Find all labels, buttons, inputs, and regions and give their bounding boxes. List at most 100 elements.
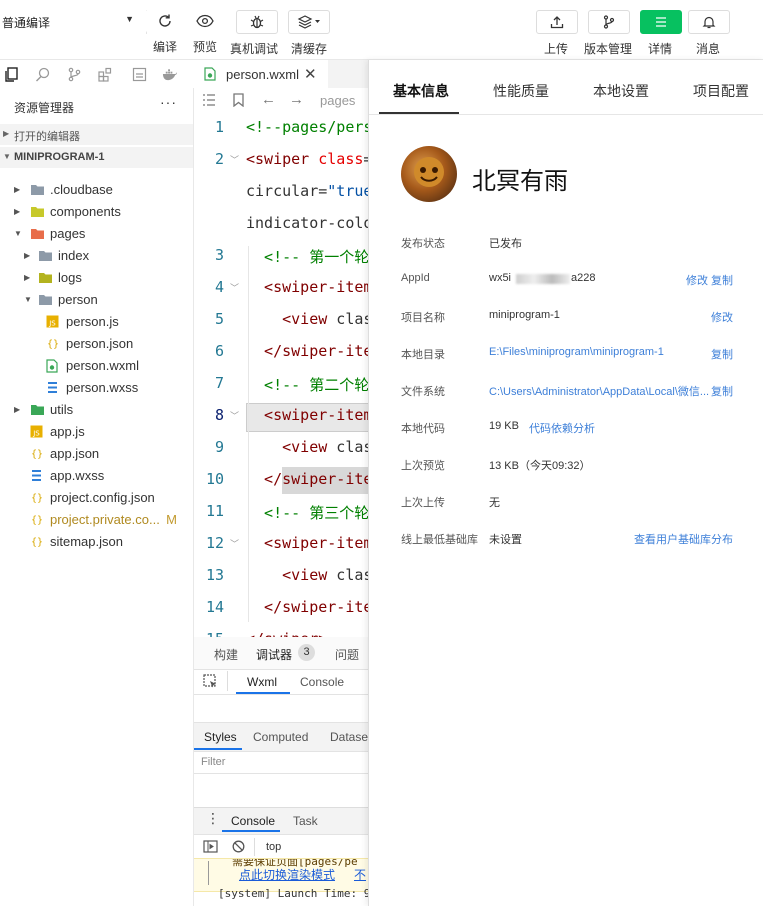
row-action-link[interactable]: 修改 [711, 309, 733, 325]
info-value[interactable]: E:\Files\miniprogram\miniprogram-1 [489, 346, 664, 358]
subtab-wxml[interactable]: Wxml [247, 675, 277, 689]
cloud-dev-activity[interactable] [131, 66, 147, 82]
bookmark-icon[interactable] [233, 93, 244, 107]
clear-cache-button[interactable]: 清缓存 [288, 10, 330, 57]
code-line: <view clas [246, 438, 368, 456]
tree-item-label: person.js [66, 314, 119, 329]
tree-folder[interactable]: ▼ person [0, 289, 193, 311]
code-line: <swiper-item [246, 406, 368, 424]
upload-button[interactable]: 上传 [536, 10, 578, 57]
code-token: "true [327, 182, 368, 200]
explorer-activity[interactable] [3, 66, 19, 82]
tree-folder[interactable]: ▶ .cloudbase [0, 179, 193, 201]
tree-folder[interactable]: ▶ components [0, 201, 193, 223]
tab-basic-info[interactable]: 基本信息 [393, 81, 449, 101]
fold-chevron-icon[interactable]: ﹀ [230, 153, 239, 166]
row-action-link[interactable]: 查看用户基础库分布 [634, 531, 733, 547]
json-file-icon: {} [30, 513, 44, 527]
code-line: <view clas [246, 310, 368, 328]
tab-console-drawer[interactable]: Console [231, 814, 275, 828]
subtab-console[interactable]: Console [300, 675, 344, 689]
row-action-link[interactable]: 复制 [711, 346, 733, 362]
dependency-analysis-link[interactable]: 代码依赖分析 [529, 420, 595, 436]
project-section[interactable]: ▼ MINIPROGRAM-1 [0, 147, 193, 168]
tree-file[interactable]: {} project.config.json [0, 487, 193, 509]
code-token: circular= [246, 182, 328, 200]
back-arrow-icon[interactable]: ← [261, 91, 276, 108]
tree-item-label: components [50, 204, 121, 219]
chevron-down-icon: ▼ [3, 152, 11, 161]
list-icon[interactable] [202, 94, 216, 106]
inspect-icon[interactable] [203, 674, 218, 689]
tree-folder[interactable]: ▶ logs [0, 267, 193, 289]
tab-person-wxml[interactable]: person.wxml ✕ [194, 60, 328, 88]
tab-styles[interactable]: Styles [204, 730, 237, 744]
extensions-activity[interactable] [97, 66, 113, 82]
more-link[interactable]: 不 [354, 866, 366, 883]
version-control-button[interactable]: 版本管理 [584, 10, 632, 57]
compile-button[interactable]: 编译 [145, 10, 185, 55]
tab-project-config[interactable]: 项目配置 [693, 81, 749, 101]
activity-bar [0, 60, 193, 88]
info-label: 本地代码 [401, 423, 445, 435]
search-activity[interactable] [34, 66, 50, 82]
block-icon[interactable] [232, 840, 245, 853]
compile-mode-select[interactable]: 普通编译 ▼ [0, 11, 144, 31]
preview-button[interactable]: 预览 [185, 10, 225, 55]
tree-file[interactable]: {} project.private.co... M [0, 509, 193, 531]
row-action-link[interactable]: 修改 复制 [686, 272, 733, 288]
tab-problems[interactable]: 问题 [335, 646, 359, 663]
tree-folder[interactable]: ▼ pages [0, 223, 193, 245]
tree-file[interactable]: {} app.json [0, 443, 193, 465]
tree-file[interactable]: person.wxml [0, 355, 193, 377]
info-value: 13 KB（今天09:32） [489, 460, 591, 472]
styles-filter-input[interactable]: Filter [194, 751, 368, 774]
docker-activity[interactable] [162, 66, 178, 82]
tree-file[interactable]: app.wxss [0, 465, 193, 487]
tree-file[interactable]: JS person.js [0, 311, 193, 333]
tab-task[interactable]: Task [293, 814, 318, 828]
line-number: 11 [205, 502, 224, 520]
more-vertical-icon[interactable]: ⋮ [206, 810, 220, 827]
more-actions-icon[interactable]: ··· [160, 94, 177, 110]
tree-folder[interactable]: ▶ index [0, 245, 193, 267]
real-device-debug-button[interactable]: 真机调试 [230, 10, 278, 57]
fold-chevron-icon[interactable]: ﹀ [230, 281, 239, 294]
tab-build[interactable]: 构建 [214, 646, 238, 663]
fold-chevron-icon[interactable]: ﹀ [230, 409, 239, 422]
sidebar-toggle-icon[interactable] [203, 840, 218, 853]
info-value[interactable]: C:\Users\Administrator\AppData\Local\微信.… [489, 383, 709, 399]
tab-computed[interactable]: Computed [253, 730, 308, 744]
tree-file[interactable]: person.wxss [0, 377, 193, 399]
open-editors-section[interactable]: ▶ 打开的编辑器 [0, 124, 193, 145]
tree-folder[interactable]: ▶ utils [0, 399, 193, 421]
forward-arrow-icon[interactable]: → [289, 91, 304, 108]
breadcrumb-pages[interactable]: pages [320, 93, 355, 108]
info-label: 本地目录 [401, 349, 445, 361]
code-token: clas [327, 566, 368, 584]
tree-file[interactable]: {} sitemap.json [0, 531, 193, 553]
message-button[interactable]: 消息 [688, 10, 730, 57]
info-value: 无 [489, 497, 500, 509]
tab-dataset[interactable]: Dataset [330, 730, 371, 744]
row-action-link[interactable]: 复制 [711, 383, 733, 399]
upload-icon [550, 16, 564, 29]
tree-file[interactable]: JS app.js [0, 421, 193, 443]
explorer-panel: 资源管理器 ··· ▶ 打开的编辑器 ▼ MINIPROGRAM-1 ▶ .clo… [0, 88, 194, 906]
tree-file[interactable]: {} person.json [0, 333, 193, 355]
close-icon[interactable]: ✕ [304, 65, 317, 83]
message-label: 消息 [695, 42, 720, 56]
fold-chevron-icon[interactable]: ﹀ [230, 537, 239, 550]
context-select[interactable]: top [266, 841, 281, 853]
switch-render-link[interactable]: 点此切换渲染模式 [239, 866, 335, 883]
code-editor[interactable]: 1 <!--pages/pers 2 ﹀ <swiper class= circular=… [194, 112, 368, 637]
code-line: <!--pages/pers [246, 118, 368, 136]
avatar [401, 146, 457, 202]
tab-debugger[interactable]: 调试器 [256, 646, 292, 663]
tree-item-label: index [58, 248, 90, 263]
detail-button[interactable]: 详情 [640, 10, 682, 57]
source-control-activity[interactable] [66, 66, 82, 82]
js-file-icon: JS [30, 425, 44, 439]
tab-local-settings[interactable]: 本地设置 [593, 81, 649, 101]
tab-performance[interactable]: 性能质量 [493, 81, 549, 101]
